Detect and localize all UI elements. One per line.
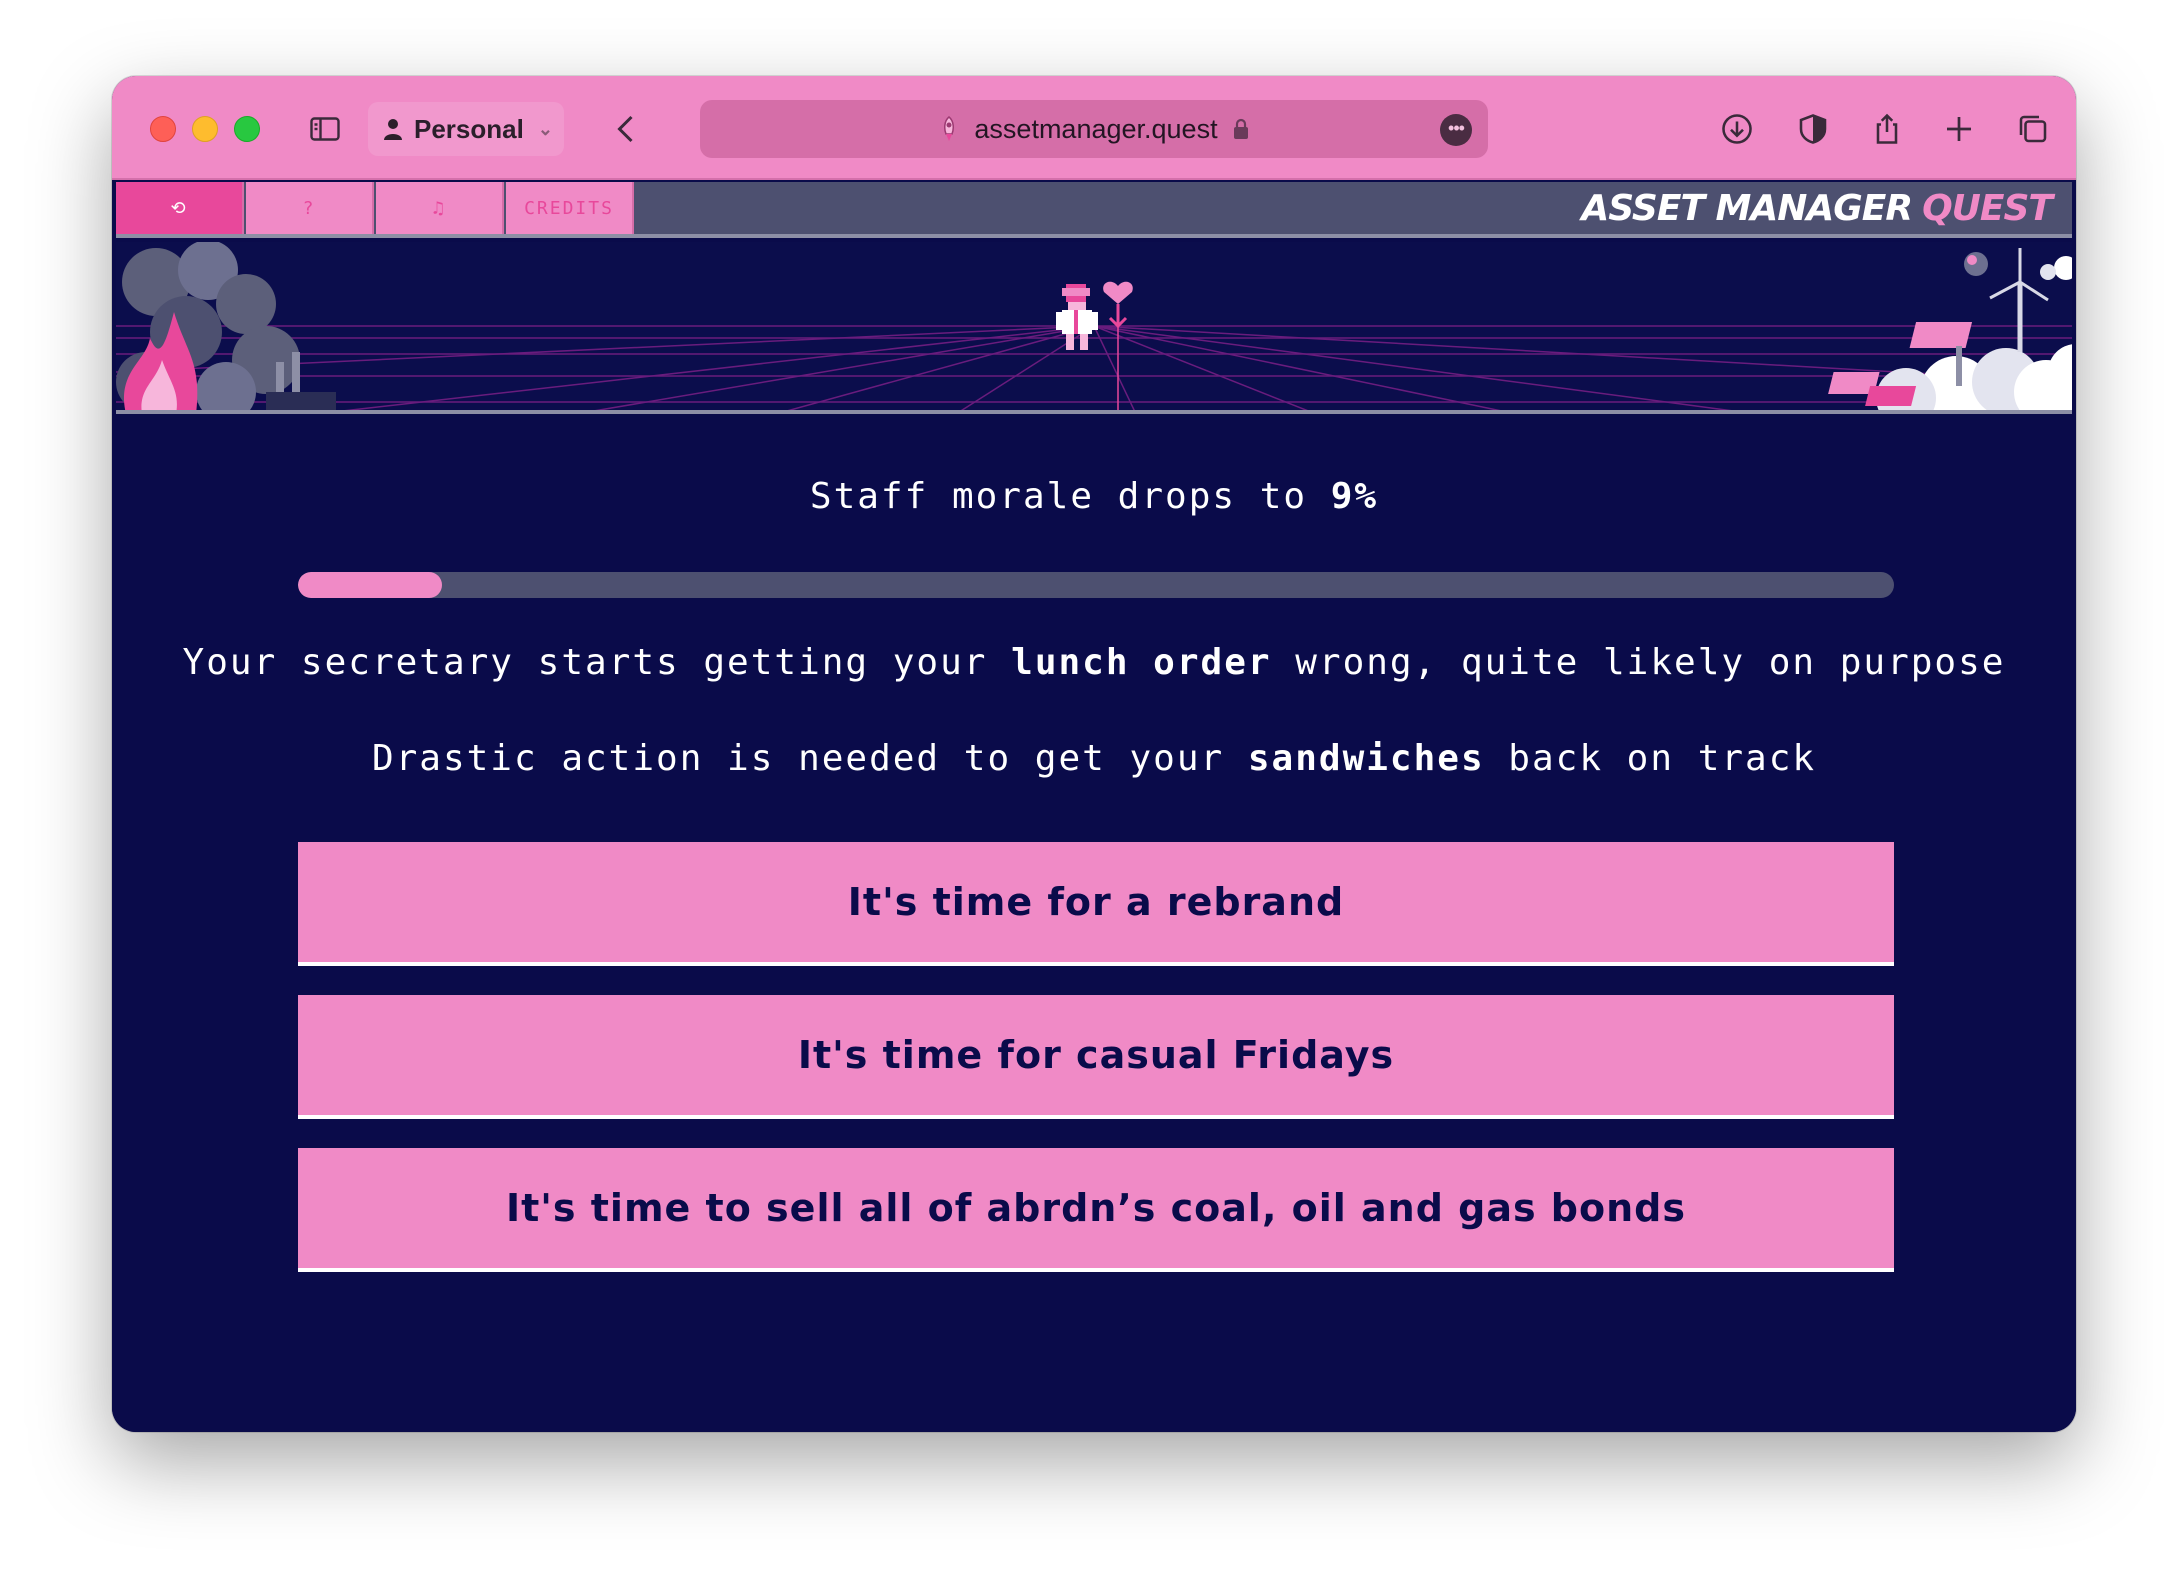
choice-label: It's time to sell all of abrdn’s coal, o… [505, 1186, 1686, 1230]
address-bar[interactable]: assetmanager.quest ••• [700, 100, 1488, 158]
more-icon[interactable]: ••• [1440, 114, 1472, 146]
profile-selector[interactable]: Personal ⌄ [368, 102, 564, 156]
lock-icon [1232, 117, 1250, 141]
story-text: wrong, quite likely on purpose [1271, 642, 2006, 683]
game-menu-bar: ⟲ ? ♫ CREDITS ASSET MANAGER QUEST [116, 182, 2072, 238]
profile-label: Personal [414, 113, 524, 144]
headline-text: Staff morale drops to [809, 476, 1331, 517]
morale-progress-fill [298, 572, 442, 598]
perspective-grid [116, 325, 2072, 410]
morale-heart-icon [1103, 281, 1133, 410]
story-line-1: Your secretary starts getting your lunch… [112, 642, 2076, 683]
browser-toolbar: Personal ⌄ assetmanager.quest ••• [112, 76, 2076, 180]
shield-icon[interactable] [1792, 108, 1834, 150]
rocket-icon [938, 115, 960, 143]
zoom-window-button[interactable] [234, 116, 260, 142]
music-icon: ♫ [432, 197, 446, 219]
url-text: assetmanager.quest [974, 113, 1218, 144]
story-text: Drastic action is needed to get your [371, 738, 1248, 779]
choice-label: It's time for a rebrand [847, 880, 1345, 924]
morale-value: 9% [1330, 476, 1379, 517]
logo-accent-text: QUEST [1922, 188, 2053, 229]
game-scene [116, 242, 2072, 414]
story-emphasis: lunch order [1011, 642, 1272, 683]
morale-progress-bar [298, 572, 1894, 598]
game-content: Staff morale drops to 9% Your secretary … [112, 418, 2076, 1432]
browser-window: Personal ⌄ assetmanager.quest ••• ⟲ ? ♫ … [112, 76, 2076, 1432]
choice-button-rebrand[interactable]: It's time for a rebrand [298, 842, 1894, 966]
chevron-down-icon: ⌄ [537, 118, 553, 139]
green-energy-island [1828, 248, 2072, 410]
sidebar-icon[interactable] [304, 108, 346, 150]
restart-button[interactable]: ⟲ [116, 182, 244, 234]
story-line-2: Drastic action is needed to get your san… [112, 738, 2076, 779]
game-logo: ASSET MANAGER QUEST [1581, 188, 2053, 232]
download-icon[interactable] [1716, 108, 1758, 150]
plus-icon[interactable] [1938, 108, 1980, 150]
credits-label: CREDITS [524, 197, 614, 219]
story-text: Your secretary starts getting your [182, 642, 1012, 683]
help-button[interactable]: ? [246, 182, 374, 234]
story-text: back on track [1484, 738, 1817, 779]
scene-illustration [116, 242, 2072, 410]
burning-factory [116, 242, 336, 410]
music-button[interactable]: ♫ [376, 182, 504, 234]
player-character [1056, 284, 1098, 350]
logo-main-text: ASSET MANAGER [1581, 188, 1913, 229]
back-icon[interactable] [606, 108, 648, 150]
morale-headline: Staff morale drops to 9% [112, 476, 2076, 517]
person-icon [382, 117, 404, 141]
tabs-icon[interactable] [2012, 108, 2054, 150]
minimize-window-button[interactable] [192, 116, 218, 142]
choice-button-sell-bonds[interactable]: It's time to sell all of abrdn’s coal, o… [298, 1148, 1894, 1272]
choice-button-casual-fridays[interactable]: It's time for casual Fridays [298, 995, 1894, 1119]
credits-button[interactable]: CREDITS [506, 182, 634, 234]
story-emphasis: sandwiches [1247, 738, 1485, 779]
share-icon[interactable] [1866, 108, 1908, 150]
choice-label: It's time for casual Fridays [797, 1033, 1395, 1077]
help-icon: ? [302, 197, 316, 219]
close-window-button[interactable] [150, 116, 176, 142]
restart-icon: ⟲ [170, 197, 188, 219]
